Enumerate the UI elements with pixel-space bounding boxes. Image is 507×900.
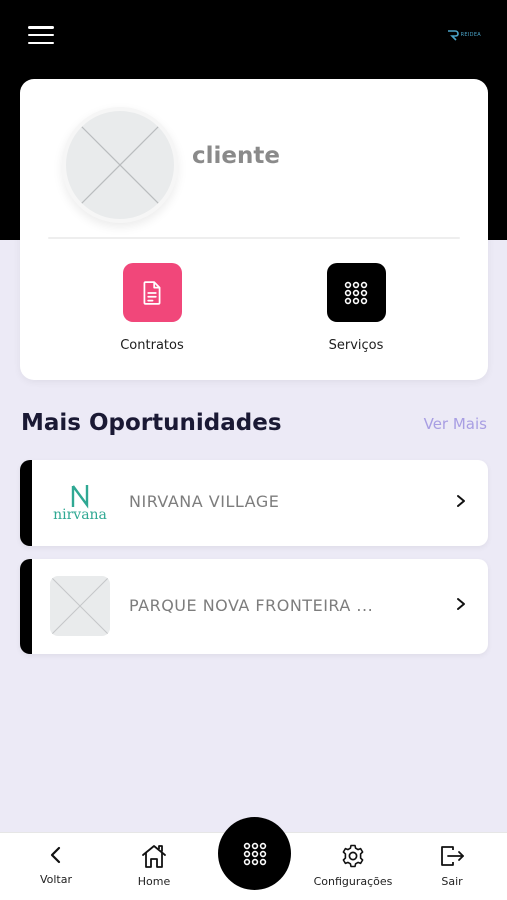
brand-logo-icon [447,30,459,41]
gear-icon [342,844,364,868]
nav-home[interactable]: Home [130,843,178,888]
image-placeholder-icon [66,111,174,219]
opportunity-title: NIRVANA VILLAGE [129,492,280,511]
chevron-right-icon [457,495,465,507]
opportunity-card-nirvana[interactable]: nirvana NIRVANA VILLAGE [20,460,488,546]
opportunity-title: PARQUE NOVA FRONTEIRA ... [129,596,374,615]
nirvana-logo: nirvana [50,473,110,533]
contratos-button[interactable]: Contratos [92,263,212,353]
brand-text: REIDEA [460,32,481,38]
avatar[interactable] [62,107,178,223]
contratos-tile[interactable] [122,263,182,322]
contratos-label: Contratos [120,338,184,353]
chevron-right-icon [457,598,465,610]
logout-icon [441,846,464,866]
nav-sair-label: Sair [441,875,463,888]
divider [48,237,460,239]
ver-mais-link[interactable]: Ver Mais [424,415,487,433]
nav-configuracoes[interactable]: Configurações [306,843,400,888]
section-title: Mais Oportunidades [21,410,282,436]
profile-name: cliente [192,143,280,169]
card-accent-bar [20,460,32,546]
home-icon [142,845,166,868]
hamburger-menu-icon[interactable] [28,26,54,44]
grid-dots-icon [344,281,368,304]
nav-configuracoes-label: Configurações [313,875,393,888]
document-icon [143,280,161,305]
image-placeholder-thumb [50,576,110,636]
profile-card: cliente Contratos Serviços [20,79,488,380]
card-accent-bar [20,559,32,654]
nirvana-logo-icon [71,485,89,509]
nirvana-logo-text: nirvana [53,507,107,523]
brand-logo: REIDEA [447,28,481,42]
chevron-left-icon [50,846,61,864]
nav-sair[interactable]: Sair [432,843,472,888]
servicos-tile[interactable] [326,263,386,322]
grid-dots-icon [243,842,266,865]
nav-voltar-label: Voltar [39,873,73,886]
nav-voltar[interactable]: Voltar [36,843,76,886]
services-fab-button[interactable] [218,817,291,890]
opportunity-card-parque[interactable]: PARQUE NOVA FRONTEIRA ... [20,559,488,654]
servicos-label: Serviços [328,338,384,353]
servicos-button[interactable]: Serviços [296,263,416,353]
nav-home-label: Home [137,875,171,888]
image-placeholder-icon [50,576,110,636]
